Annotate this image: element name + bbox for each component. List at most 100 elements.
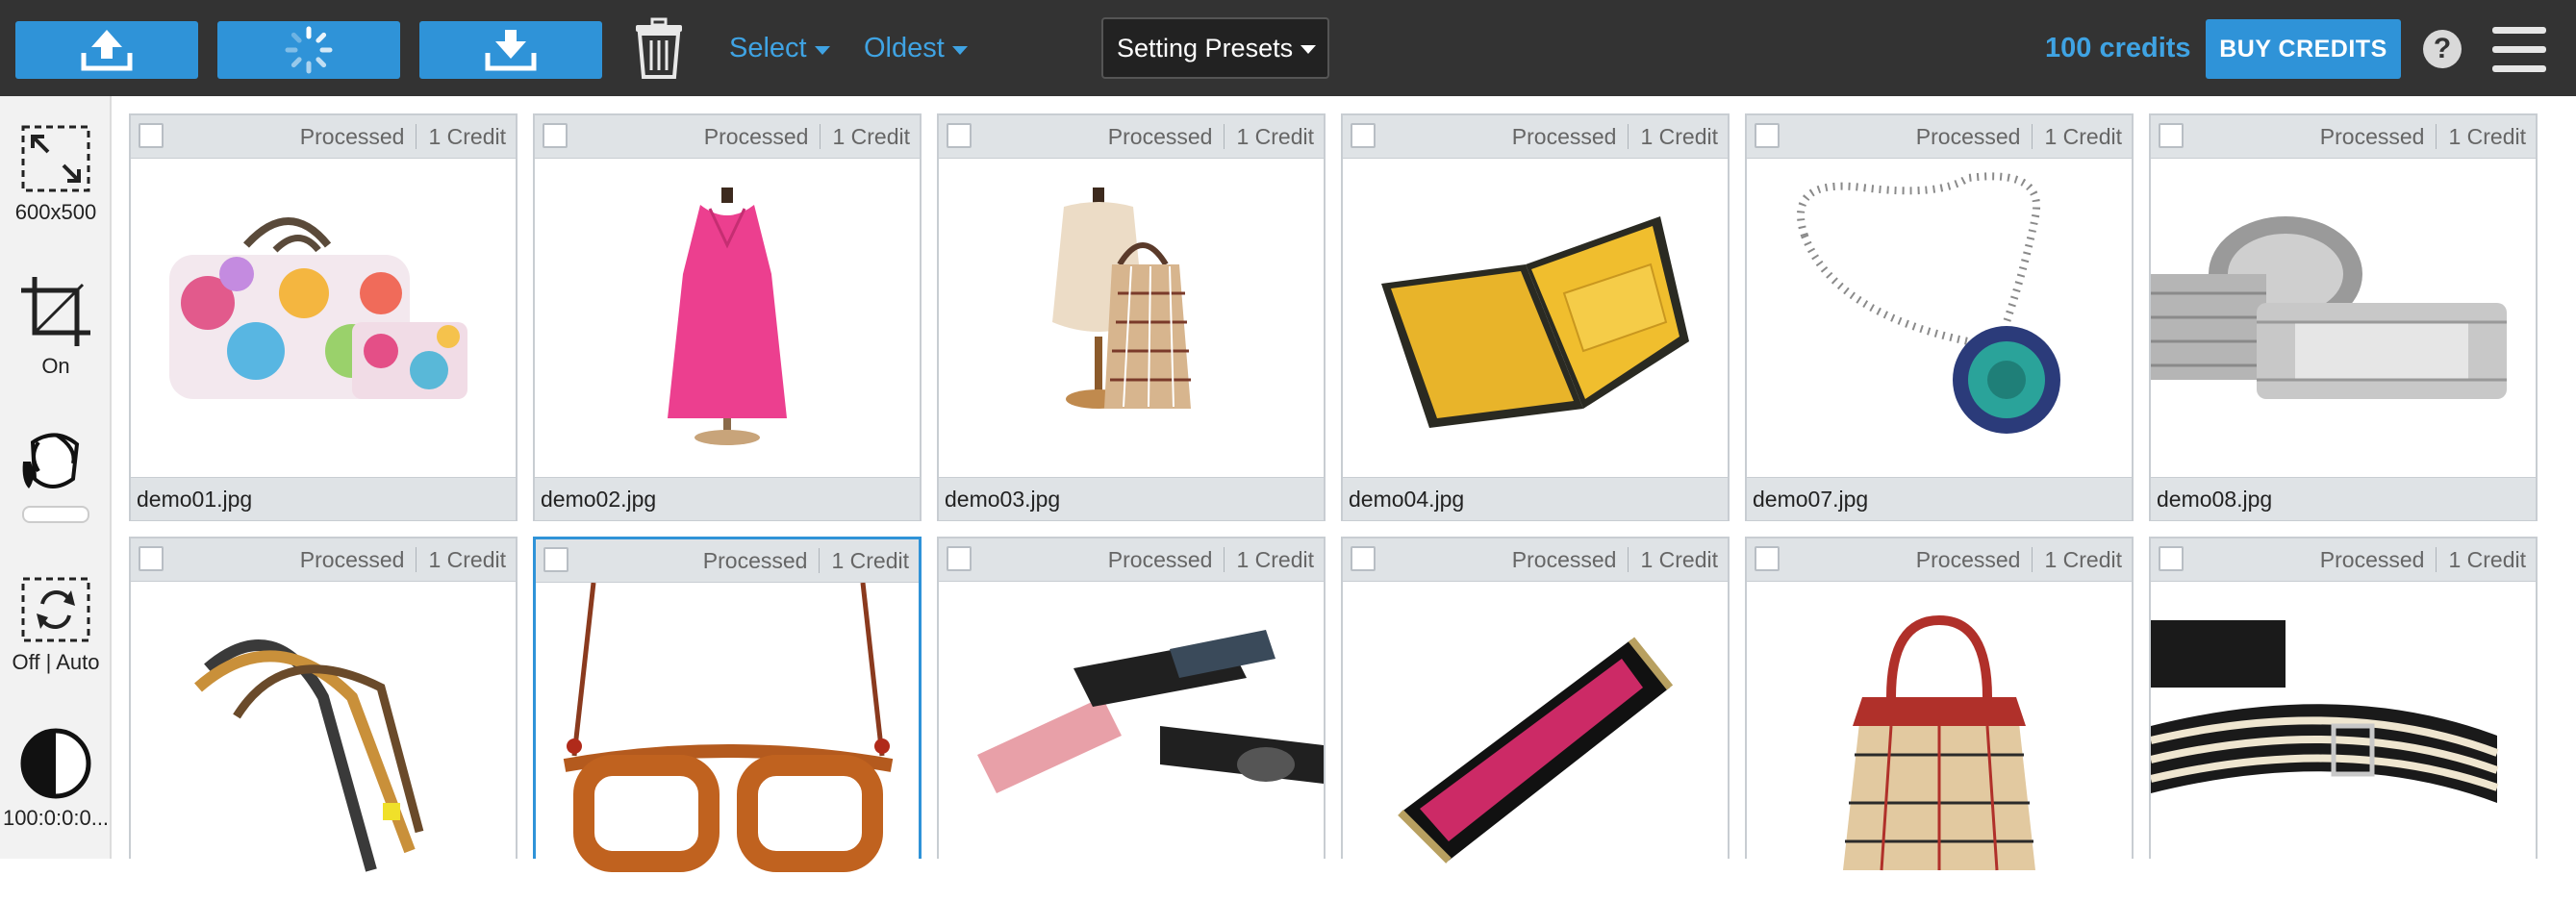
resize-setting[interactable]: 600x500	[0, 123, 112, 225]
credit-text: 1 Credit	[2044, 123, 2122, 149]
image-card[interactable]: Processed 1 Credit demo02.jpg	[533, 113, 922, 521]
spinner-icon	[285, 26, 333, 74]
credit-text: 1 Credit	[1236, 123, 1314, 149]
card-header: Processed 1 Credit	[939, 115, 1324, 159]
product-thumbnail-glasses[interactable]	[536, 583, 919, 901]
filename: demo02.jpg	[535, 477, 920, 520]
paint-bucket-icon	[22, 433, 80, 488]
card-header: Processed 1 Credit	[939, 538, 1324, 582]
product-thumbnail-striped-strap[interactable]	[2151, 582, 2536, 900]
status-text: Processed	[299, 123, 405, 149]
select-checkbox[interactable]	[1351, 546, 1376, 571]
status-text: Processed	[1915, 123, 2021, 149]
filename: demo01.jpg	[131, 477, 516, 520]
image-card[interactable]: Processed 1 Credit demo07.jpg	[1745, 113, 2134, 521]
product-thumbnail-tote[interactable]	[939, 159, 1324, 477]
select-checkbox[interactable]	[2159, 546, 2184, 571]
select-checkbox[interactable]	[1755, 546, 1780, 571]
status-text: Processed	[299, 546, 405, 572]
select-dropdown[interactable]: Select	[729, 29, 830, 67]
select-checkbox[interactable]	[1351, 123, 1376, 148]
status-text: Processed	[1511, 123, 1617, 149]
product-thumbnail-check-handbag[interactable]	[1747, 582, 2132, 900]
product-thumbnail-handbag[interactable]	[131, 159, 516, 477]
setting-presets-select[interactable]: Setting Presets	[1101, 17, 1329, 79]
select-checkbox[interactable]	[947, 546, 972, 571]
card-header: Processed 1 Credit	[131, 538, 516, 582]
processing-button[interactable]	[217, 21, 400, 79]
credit-text: 1 Credit	[428, 123, 506, 149]
filename: demo03.jpg	[939, 477, 1324, 520]
select-label: Select	[729, 33, 807, 63]
crop-label: On	[41, 354, 70, 378]
download-button[interactable]	[419, 21, 602, 79]
buy-credits-button[interactable]: BUY CREDITS	[2206, 19, 2401, 79]
image-card[interactable]: Processed 1 Credit	[1341, 537, 1730, 900]
credit-text: 1 Credit	[2044, 546, 2122, 572]
select-checkbox[interactable]	[1755, 123, 1780, 148]
card-header: Processed 1 Credit	[2151, 115, 2536, 159]
credit-text: 1 Credit	[2448, 546, 2526, 572]
card-status: Processed 1 Credit	[704, 115, 910, 158]
select-checkbox[interactable]	[139, 123, 164, 148]
select-checkbox[interactable]	[2159, 123, 2184, 148]
card-status: Processed 1 Credit	[1108, 115, 1314, 158]
background-slider[interactable]	[22, 506, 89, 523]
status-text: Processed	[703, 123, 809, 149]
product-thumbnail-dress[interactable]	[535, 159, 920, 477]
image-card[interactable]: Processed 1 Credit	[937, 537, 1326, 900]
product-thumbnail-wallet[interactable]	[1343, 159, 1728, 477]
help-icon[interactable]: ?	[2423, 30, 2462, 68]
credit-text: 1 Credit	[1640, 123, 1718, 149]
status-text: Processed	[1511, 546, 1617, 572]
download-icon	[485, 30, 537, 71]
filename: demo08.jpg	[2151, 477, 2536, 520]
image-card[interactable]: Processed 1 Credit demo08.jpg	[2149, 113, 2538, 521]
chevron-down-icon	[951, 45, 968, 55]
card-status: Processed 1 Credit	[1512, 115, 1718, 158]
card-header: Processed 1 Credit	[2151, 538, 2536, 582]
select-checkbox[interactable]	[947, 123, 972, 148]
image-card-selected[interactable]: Processed 1 Credit	[533, 537, 922, 901]
status-text: Processed	[2319, 546, 2425, 572]
image-card[interactable]: Processed 1 Credit	[1745, 537, 2134, 900]
card-header: Processed 1 Credit	[1747, 115, 2132, 159]
sort-label: Oldest	[864, 33, 945, 63]
status-text: Processed	[2319, 123, 2425, 149]
image-card[interactable]: Processed 1 Credit demo01.jpg	[129, 113, 518, 521]
credit-text: 1 Credit	[1640, 546, 1718, 572]
card-header: Processed 1 Credit	[536, 539, 919, 583]
select-checkbox[interactable]	[543, 123, 568, 148]
status-text: Processed	[1107, 123, 1213, 149]
background-setting[interactable]	[0, 423, 112, 523]
crop-icon	[21, 277, 90, 346]
image-card[interactable]: Processed 1 Credit demo04.jpg	[1341, 113, 1730, 521]
image-card[interactable]: Processed 1 Credit demo03.jpg	[937, 113, 1326, 521]
select-checkbox[interactable]	[543, 547, 568, 572]
upload-button[interactable]	[15, 21, 198, 79]
card-status: Processed 1 Credit	[300, 115, 506, 158]
image-card[interactable]: Processed 1 Credit	[2149, 537, 2538, 900]
product-thumbnail-watch[interactable]	[2151, 159, 2536, 477]
contrast-setting[interactable]: 100:0:0:0...	[0, 727, 112, 831]
card-status: Processed 1 Credit	[1916, 538, 2122, 581]
credit-text: 1 Credit	[1236, 546, 1314, 572]
card-header: Processed 1 Credit	[1747, 538, 2132, 582]
filename: demo07.jpg	[1747, 477, 2132, 520]
trash-icon[interactable]	[633, 17, 685, 81]
card-status: Processed 1 Credit	[1512, 538, 1718, 581]
product-thumbnail-necklace[interactable]	[1747, 159, 2132, 477]
chevron-down-icon	[1301, 45, 1316, 54]
hamburger-menu-icon[interactable]	[2492, 27, 2546, 73]
product-thumbnail-clasp-pouch[interactable]	[1343, 582, 1728, 900]
product-thumbnail-pen-cases[interactable]	[939, 582, 1324, 900]
chevron-down-icon	[814, 45, 830, 55]
status-text: Processed	[702, 547, 808, 573]
status-text: Processed	[1915, 546, 2021, 572]
image-card[interactable]: Processed 1 Credit	[129, 537, 518, 900]
select-checkbox[interactable]	[139, 546, 164, 571]
product-thumbnail-straps[interactable]	[131, 582, 516, 900]
crop-setting[interactable]: On	[0, 275, 112, 379]
rotate-setting[interactable]: Off | Auto	[0, 575, 112, 675]
sort-dropdown[interactable]: Oldest	[864, 29, 968, 67]
